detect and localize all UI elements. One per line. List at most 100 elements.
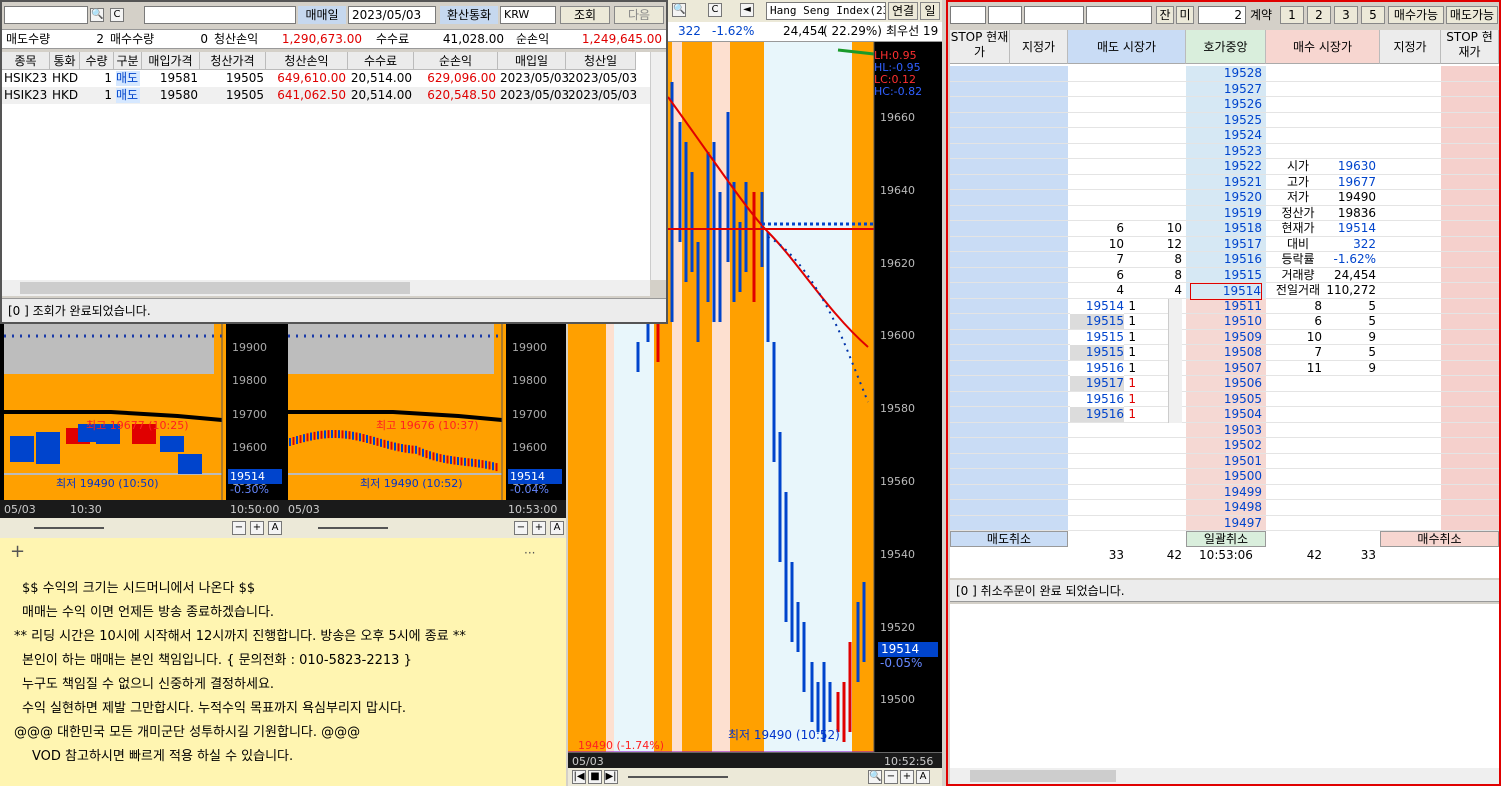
limit-buy-column[interactable] bbox=[1380, 66, 1441, 531]
fill-price: 19516 bbox=[1070, 360, 1124, 376]
main-current-price: 19514 bbox=[878, 642, 938, 657]
orderbook-price[interactable]: 19499 bbox=[1190, 485, 1262, 500]
orderbook-price[interactable]: 19508 bbox=[1190, 345, 1262, 360]
zoom-out-icon[interactable]: − bbox=[884, 770, 898, 784]
order-account-input-2[interactable] bbox=[988, 6, 1022, 24]
search-icon[interactable]: 🔍 bbox=[90, 8, 104, 22]
orderbook-price[interactable]: 19517 bbox=[1190, 237, 1262, 252]
day-button[interactable]: 일 bbox=[920, 2, 940, 20]
orderbook-price[interactable]: 19528 bbox=[1190, 66, 1262, 81]
table-header-cell: 매입일 bbox=[498, 52, 566, 70]
search-icon[interactable]: 🔍 bbox=[672, 3, 686, 17]
search-icon[interactable]: 🔍 bbox=[868, 770, 882, 784]
connect-button[interactable]: 연결 bbox=[888, 2, 918, 20]
refresh-icon[interactable]: C bbox=[110, 8, 124, 22]
quick-qty-button[interactable]: 1 bbox=[1280, 6, 1304, 24]
orderbook-price[interactable]: 19505 bbox=[1190, 392, 1262, 407]
orderbook-price[interactable]: 19506 bbox=[1190, 376, 1262, 391]
orderbook-price[interactable]: 19526 bbox=[1190, 97, 1262, 112]
cancel-all-button[interactable]: 일괄취소 bbox=[1186, 531, 1266, 547]
text-tool-icon[interactable]: A bbox=[916, 770, 930, 784]
more-options-icon[interactable]: ··· bbox=[524, 546, 535, 561]
scrollbar-thumb[interactable] bbox=[20, 282, 410, 294]
balance-status-text: [0 ] 조회가 완료되었습니다. bbox=[8, 304, 151, 318]
refresh-icon[interactable]: C bbox=[708, 3, 722, 17]
order-horizontal-scrollbar[interactable] bbox=[950, 768, 1499, 784]
orderbook-price[interactable]: 19502 bbox=[1190, 438, 1262, 453]
orderbook-price[interactable]: 19516 bbox=[1190, 252, 1262, 267]
orderbook-price[interactable]: 19500 bbox=[1190, 469, 1262, 484]
sell-available-button[interactable]: 매도가능 bbox=[1446, 6, 1498, 24]
stop-buy-column[interactable] bbox=[1441, 66, 1499, 531]
orderbook-price[interactable]: 19520 bbox=[1190, 190, 1262, 205]
quick-qty-button[interactable]: 3 bbox=[1334, 6, 1358, 24]
password-input[interactable] bbox=[144, 6, 296, 24]
orderbook-price[interactable]: 19515 bbox=[1190, 268, 1262, 283]
query-button[interactable]: 조회 bbox=[560, 6, 610, 24]
orderbook-time: 10:53:06 bbox=[1199, 548, 1253, 562]
quick-qty-button[interactable]: 5 bbox=[1361, 6, 1385, 24]
table-row[interactable]: HSIK23 HKD 1 매도 19580 19505 641,062.50 20,514.0… bbox=[2, 87, 650, 104]
zoom-slider[interactable] bbox=[628, 776, 728, 778]
remaining-button[interactable]: 잔 bbox=[1156, 6, 1174, 24]
orderbook-price[interactable]: 19522 bbox=[1190, 159, 1262, 174]
orderbook-price[interactable]: 19509 bbox=[1190, 330, 1262, 345]
orderbook-price[interactable]: 19507 bbox=[1190, 361, 1262, 376]
qty-input[interactable]: 2 bbox=[1198, 6, 1246, 24]
cancel-buy-button[interactable]: 매수취소 bbox=[1380, 531, 1499, 547]
orderbook-price[interactable]: 19498 bbox=[1190, 500, 1262, 515]
order-scrollbar-thumb[interactable] bbox=[970, 770, 1116, 782]
stop-sell-column[interactable] bbox=[950, 66, 1010, 531]
ask-count: 6 bbox=[1116, 267, 1124, 282]
mini2-zoom-slider[interactable] bbox=[318, 527, 388, 529]
orderbook-price[interactable]: 19525 bbox=[1190, 113, 1262, 128]
orderbook-price[interactable]: 19523 bbox=[1190, 144, 1262, 159]
order-account-input[interactable] bbox=[950, 6, 986, 24]
text-tool-icon[interactable]: A bbox=[268, 521, 282, 535]
stop-icon[interactable]: ■ bbox=[588, 770, 602, 784]
order-symbol-input[interactable] bbox=[1086, 6, 1152, 24]
orderbook-price[interactable]: 19518 bbox=[1190, 221, 1262, 236]
orderbook-price[interactable]: 19521 bbox=[1190, 175, 1262, 190]
orderbook-price[interactable]: 19504 bbox=[1190, 407, 1262, 422]
limit-sell-column[interactable] bbox=[1010, 66, 1068, 531]
zoom-in-icon[interactable]: + bbox=[250, 521, 264, 535]
zoom-in-icon[interactable]: + bbox=[532, 521, 546, 535]
order-password-input[interactable] bbox=[1024, 6, 1084, 24]
horizontal-scrollbar[interactable] bbox=[2, 280, 650, 296]
mini1-zoom-slider[interactable] bbox=[34, 527, 104, 529]
next-button[interactable]: 다음 bbox=[614, 6, 664, 24]
orderbook-price[interactable]: 19527 bbox=[1190, 82, 1262, 97]
zoom-out-icon[interactable]: − bbox=[232, 521, 246, 535]
add-note-icon[interactable]: + bbox=[10, 543, 25, 561]
unfilled-button[interactable]: 미 bbox=[1176, 6, 1194, 24]
zoom-out-icon[interactable]: − bbox=[514, 521, 528, 535]
order-status-bar: [0 ] 취소주문이 완료 되었습니다. bbox=[950, 580, 1499, 602]
account-input[interactable] bbox=[4, 6, 88, 24]
orderbook-price[interactable]: 19524 bbox=[1190, 128, 1262, 143]
step-back-icon[interactable]: |◀ bbox=[572, 770, 586, 784]
zoom-in-icon[interactable]: + bbox=[900, 770, 914, 784]
speaker-icon[interactable]: ◄ bbox=[740, 3, 754, 17]
text-tool-icon[interactable]: A bbox=[550, 521, 564, 535]
fills-scrollbar[interactable] bbox=[1168, 298, 1182, 423]
index-name-field[interactable]: Hang Seng Index(23.0 bbox=[766, 2, 886, 20]
orderbook-price[interactable]: 19514 bbox=[1190, 283, 1262, 300]
table-row[interactable]: HSIK23 HKD 1 매도 19581 19505 649,610.00 20,514.0… bbox=[2, 70, 650, 87]
orderbook-price[interactable]: 19511 bbox=[1190, 299, 1262, 314]
orderbook-price[interactable]: 19510 bbox=[1190, 314, 1262, 329]
play-icon[interactable]: ▶| bbox=[604, 770, 618, 784]
orderbook-price[interactable]: 19503 bbox=[1190, 423, 1262, 438]
orderbook-price[interactable]: 19497 bbox=[1190, 516, 1262, 531]
orderbook-price[interactable]: 19519 bbox=[1190, 206, 1262, 221]
table-cell: 629,096.00 bbox=[427, 71, 496, 85]
currency-select[interactable]: KRW bbox=[500, 6, 556, 24]
cancel-sell-button[interactable]: 매도취소 bbox=[950, 531, 1068, 547]
vertical-scrollbar[interactable] bbox=[650, 52, 666, 280]
table-cell: 19581 bbox=[159, 71, 198, 85]
quick-qty-button[interactable]: 2 bbox=[1307, 6, 1331, 24]
trade-date-input[interactable]: 2023/05/03 bbox=[348, 6, 436, 24]
buy-available-button[interactable]: 매수가능 bbox=[1388, 6, 1444, 24]
memo-line: ** 리딩 시간은 10시에 시작해서 12시까지 진행합니다. 방송은 오후 … bbox=[14, 629, 466, 644]
orderbook-price[interactable]: 19501 bbox=[1190, 454, 1262, 469]
